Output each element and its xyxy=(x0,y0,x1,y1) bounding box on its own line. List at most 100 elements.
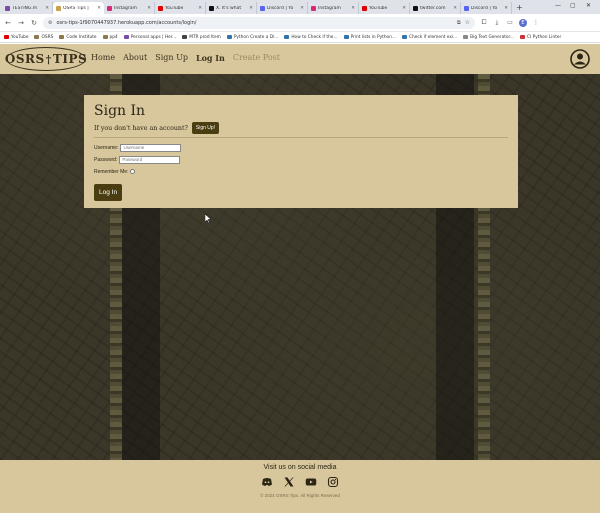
remember-me-checkbox[interactable] xyxy=(130,169,136,174)
tab-close-icon[interactable]: ✕ xyxy=(402,6,406,11)
minimize-icon[interactable]: — xyxy=(555,2,561,9)
browser-tab[interactable]: twitter.com ✕ xyxy=(410,2,461,14)
bookmark-label: Print lists in Python... xyxy=(350,34,397,40)
bookmark-label: pp4 xyxy=(109,34,118,40)
maximize-icon[interactable]: ▢ xyxy=(570,2,576,9)
bookmark-label: Personal apps | Her... xyxy=(130,34,177,40)
site-navbar: OSRS † TIPS Home About Sign Up Log In Create… xyxy=(0,44,600,74)
back-icon[interactable]: ← xyxy=(4,19,12,27)
url-text: osrs-tips-1f9070447937.herokuapp.com/acc… xyxy=(56,19,197,26)
browser-tab[interactable]: Instagram ✕ xyxy=(104,2,155,14)
bookmark-item[interactable]: Personal apps | Her... xyxy=(123,34,177,40)
tab-title: OSRS Tips | xyxy=(63,5,89,11)
bookmark-favicon-icon xyxy=(102,35,108,39)
tab-title: Instagram xyxy=(318,5,341,11)
downloads-icon[interactable]: ⤓ xyxy=(493,19,501,27)
bookmark-favicon-icon xyxy=(520,35,525,39)
password-input[interactable] xyxy=(119,155,181,164)
tab-favicon-icon xyxy=(464,5,469,11)
bookmark-item[interactable]: MTR prod Item xyxy=(182,35,221,40)
tab-favicon-icon xyxy=(209,5,214,11)
site-footer: Visit us on social media © 2024 OSRS Tip… xyxy=(0,460,600,513)
bookmark-item[interactable]: Python Create a Di... xyxy=(226,35,278,40)
browser-tab[interactable]: Discord | Yo ✕ xyxy=(461,2,512,14)
extensions-icon[interactable]: ⧠ xyxy=(480,19,488,27)
username-input[interactable] xyxy=(120,143,182,152)
bookmark-label: OSRS xyxy=(41,34,54,40)
bookmark-item[interactable]: CI Python Linter xyxy=(520,35,561,40)
nav-link-home[interactable]: Home xyxy=(91,53,115,63)
signup-button[interactable]: Sign Up! xyxy=(191,122,220,134)
tab-favicon-icon xyxy=(413,5,418,11)
browser-tab[interactable]: Discord | Yo ✕ xyxy=(257,2,308,14)
reload-icon[interactable]: ↻ xyxy=(30,19,38,27)
split-view-icon[interactable]: ▭ xyxy=(506,19,514,26)
tab-close-icon[interactable]: ✕ xyxy=(453,6,457,11)
browser-tab[interactable]: YouTube ✕ xyxy=(359,2,410,14)
tab-close-icon[interactable]: ✕ xyxy=(147,6,151,11)
instagram-icon[interactable] xyxy=(327,476,339,488)
signup-prompt: If you don't have an account? xyxy=(94,124,188,132)
tab-favicon-icon xyxy=(158,5,163,11)
menu-kebab-icon[interactable]: ⋮ xyxy=(532,19,540,26)
account-icon[interactable] xyxy=(570,49,590,69)
tab-favicon-icon xyxy=(362,5,367,11)
browser-tab[interactable]: Instagram ✕ xyxy=(308,2,359,14)
browser-tab[interactable]: YouTube ✕ xyxy=(155,2,206,14)
browser-tab[interactable]: TESTING.m ✕ xyxy=(2,2,53,14)
tab-close-icon[interactable]: ✕ xyxy=(351,6,355,11)
site-logo[interactable]: OSRS † TIPS xyxy=(4,47,87,71)
browser-tab[interactable]: OSRS Tips | ✕ xyxy=(53,2,104,14)
bookmark-label: How to Check if the... xyxy=(291,34,338,40)
bookmark-label: MTR prod Item xyxy=(189,34,221,40)
nav-link-create-post: Create Post xyxy=(232,53,280,62)
new-tab-button[interactable]: + xyxy=(516,2,523,14)
translate-icon[interactable]: ⧉ xyxy=(457,20,461,26)
main-nav: Home About Sign Up Log In Create Post xyxy=(91,53,280,63)
tab-close-icon[interactable]: ✕ xyxy=(198,6,202,11)
bookmark-favicon-icon xyxy=(226,35,232,39)
bookmark-item[interactable]: YouTube xyxy=(4,35,28,40)
bookmark-favicon-icon xyxy=(34,35,40,39)
nav-link-about[interactable]: About xyxy=(123,53,147,63)
tab-close-icon[interactable]: ✕ xyxy=(45,6,49,11)
nav-link-sign-up[interactable]: Sign Up xyxy=(155,53,188,63)
login-button[interactable]: Log In xyxy=(94,184,123,201)
tab-close-icon[interactable]: ✕ xyxy=(97,6,101,11)
tab-favicon-icon xyxy=(56,5,61,11)
bookmark-item[interactable]: Print lists in Python... xyxy=(343,34,397,40)
close-window-icon[interactable]: ✕ xyxy=(586,2,591,9)
bookmarks-bar: YouTube OSRS Code Institute pp4 Personal app… xyxy=(0,32,600,43)
bookmark-favicon-icon xyxy=(4,35,9,39)
bookmark-label: Check if element exi... xyxy=(409,34,458,40)
profile-avatar[interactable]: E xyxy=(519,18,527,27)
bookmark-star-icon[interactable]: ☆ xyxy=(465,19,470,26)
youtube-icon[interactable] xyxy=(305,476,317,488)
tab-close-icon[interactable]: ✕ xyxy=(249,6,253,11)
bookmark-item[interactable]: pp4 xyxy=(102,34,118,40)
tab-title: Discord | Yo xyxy=(471,5,498,11)
bookmark-item[interactable]: OSRS xyxy=(34,35,53,40)
tab-title: Discord | Yo xyxy=(267,5,294,11)
address-bar[interactable]: ⚙ osrs-tips-1f9070447937.herokuapp.com/a… xyxy=(43,16,475,29)
tab-favicon-icon xyxy=(311,5,316,11)
tab-favicon-icon xyxy=(5,5,10,11)
x-icon[interactable] xyxy=(283,476,295,488)
tab-close-icon[interactable]: ✕ xyxy=(300,6,304,11)
tab-title: YouTube xyxy=(165,5,184,11)
mouse-cursor-icon xyxy=(205,214,211,223)
bookmark-favicon-icon xyxy=(123,35,129,39)
browser-tab[interactable]: X. It's what ✕ xyxy=(206,2,257,14)
username-label: Username: xyxy=(94,144,119,151)
site-info-icon[interactable]: ⚙ xyxy=(48,20,52,26)
bookmark-item[interactable]: Big Text Generator... xyxy=(463,35,514,40)
nav-link-log-in[interactable]: Log In xyxy=(196,53,225,63)
bookmark-item[interactable]: How to Check if the... xyxy=(284,34,338,40)
logo-text-left: OSRS xyxy=(4,52,45,66)
discord-icon[interactable] xyxy=(261,476,273,488)
forward-icon[interactable]: → xyxy=(17,19,25,27)
tab-close-icon[interactable]: ✕ xyxy=(504,6,508,11)
bookmark-item[interactable]: Code Institute xyxy=(59,35,97,40)
page-title: Sign In xyxy=(94,103,146,119)
bookmark-item[interactable]: Check if element exi... xyxy=(402,35,457,40)
